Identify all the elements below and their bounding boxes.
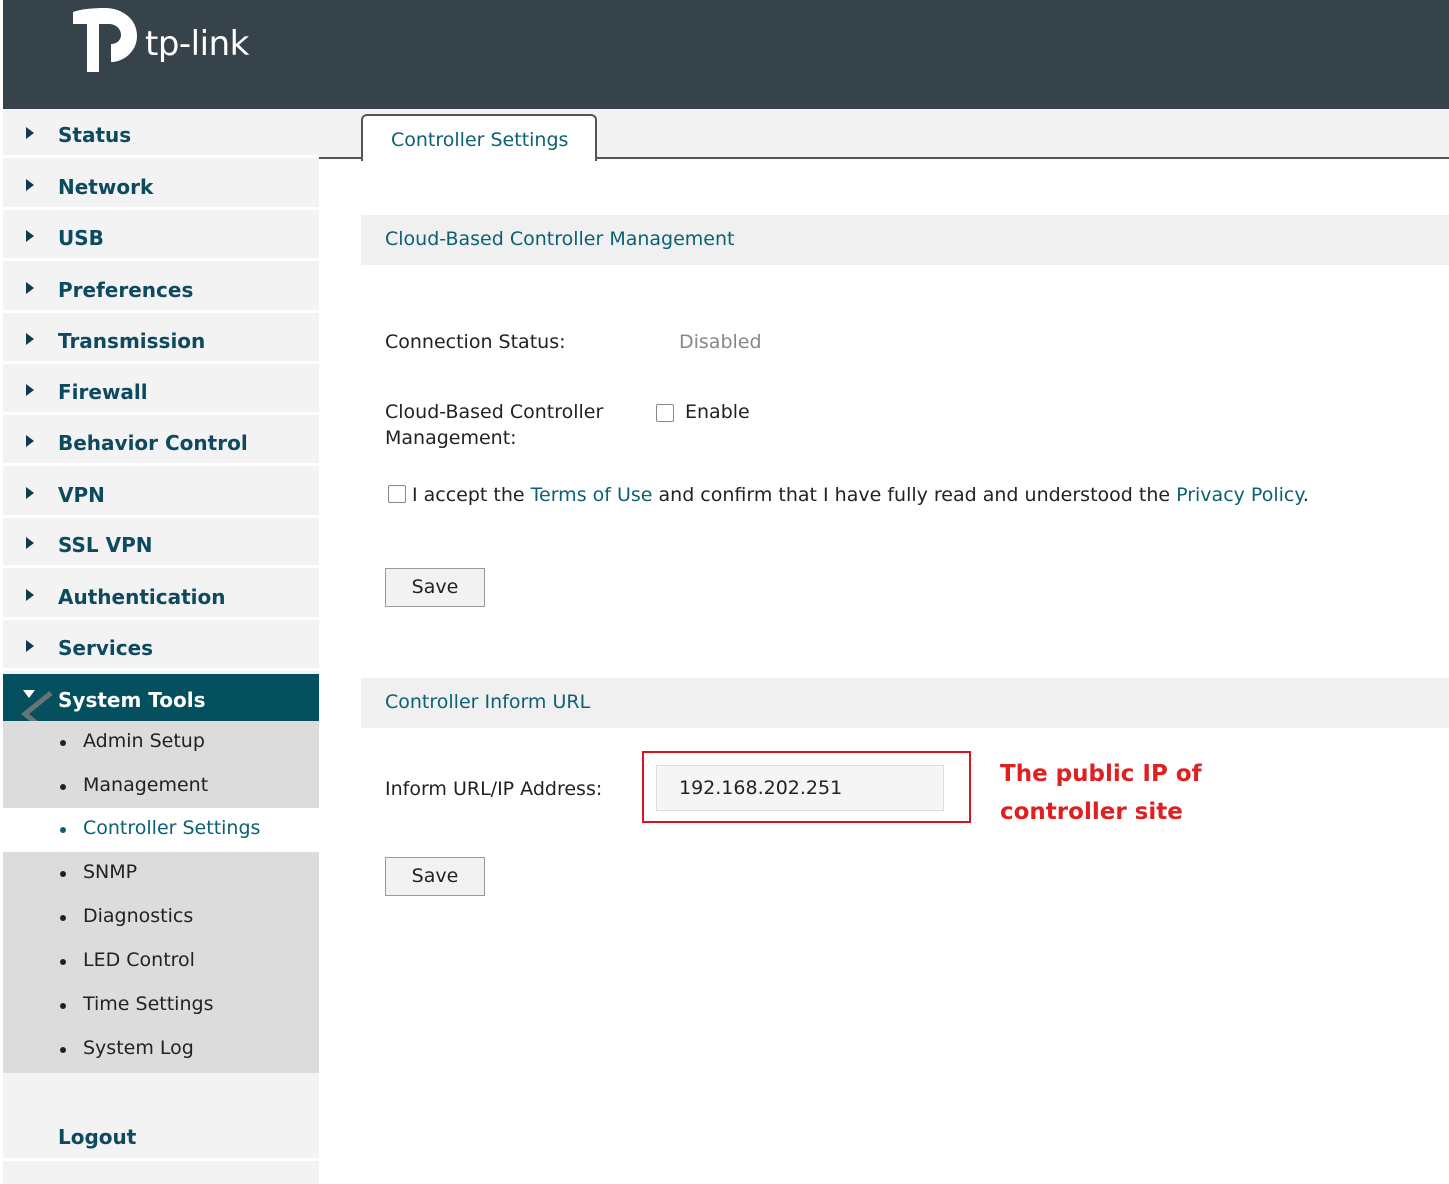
tp-link-logo-icon	[73, 8, 137, 72]
section-title: Cloud-Based Controller Management	[385, 228, 735, 250]
logo-text: tp-link	[145, 24, 249, 64]
bullet-icon	[60, 915, 66, 921]
sidebar-item-behavior-control[interactable]: Behavior Control	[3, 417, 319, 466]
caret-right-icon	[26, 333, 34, 345]
connection-status-value: Disabled	[679, 331, 762, 353]
submenu-item-label: LED Control	[83, 949, 195, 971]
submenu-item-management[interactable]: Management	[3, 765, 319, 809]
caret-right-icon	[26, 127, 34, 139]
accept-prefix: I accept the	[412, 484, 531, 506]
tab-label: Controller Settings	[391, 129, 569, 151]
submenu-item-system-log[interactable]: System Log	[3, 1028, 319, 1072]
caret-right-icon	[26, 537, 34, 549]
inform-url-label: Inform URL/IP Address:	[385, 778, 603, 800]
sidebar-item-label: Firewall	[58, 380, 148, 404]
sidebar-item-label: Services	[58, 636, 154, 660]
sidebar-item-label: Preferences	[58, 278, 194, 302]
enable-label: Enable	[685, 401, 750, 423]
bullet-icon	[60, 827, 66, 833]
section-title: Controller Inform URL	[385, 691, 591, 713]
caret-right-icon	[26, 435, 34, 447]
submenu-item-label: System Log	[83, 1037, 194, 1059]
sidebar-item-label: Authentication	[58, 585, 226, 609]
terms-of-use-link[interactable]: Terms of Use	[531, 484, 653, 506]
sidebar: Status Network USB Preferences Transmiss…	[3, 109, 319, 1184]
save-button-cloud[interactable]: Save	[385, 568, 485, 607]
bullet-icon	[60, 871, 66, 877]
sidebar-item-authentication[interactable]: Authentication	[3, 571, 319, 620]
annotation-line1: The public IP of	[1000, 761, 1202, 787]
sidebar-item-label: Behavior Control	[58, 431, 248, 455]
sidebar-item-label: SSL VPN	[58, 533, 153, 557]
accept-middle: and confirm that I have fully read and u…	[652, 484, 1177, 506]
submenu-item-label: Admin Setup	[83, 730, 205, 752]
accept-terms-checkbox[interactable]	[388, 485, 406, 503]
annotation-line2: controller site	[1000, 799, 1183, 825]
sidebar-item-label: USB	[58, 226, 104, 250]
connection-status-label: Connection Status:	[385, 331, 566, 353]
sidebar-item-transmission[interactable]: Transmission	[3, 315, 319, 364]
sidebar-item-firewall[interactable]: Firewall	[3, 366, 319, 415]
submenu-item-snmp[interactable]: SNMP	[3, 852, 319, 896]
sidebar-item-preferences[interactable]: Preferences	[3, 264, 319, 313]
submenu-item-label: Controller Settings	[83, 817, 261, 839]
sidebar-item-label: Status	[58, 123, 132, 147]
enable-checkbox[interactable]	[656, 404, 674, 422]
annotation-note: The public IP of controller site	[1000, 755, 1240, 831]
sidebar-item-label: VPN	[58, 483, 105, 507]
submenu-item-time-settings[interactable]: Time Settings	[3, 984, 319, 1028]
bullet-icon	[60, 740, 66, 746]
caret-right-icon	[26, 487, 34, 499]
cloud-mgmt-label-line1: Cloud-Based Controller	[385, 401, 604, 423]
section-header-inform: Controller Inform URL	[361, 678, 1449, 728]
submenu-item-label: Management	[83, 774, 209, 796]
accept-suffix: .	[1302, 484, 1309, 506]
sidebar-item-label: Transmission	[58, 329, 206, 353]
system-tools-submenu: Admin Setup Management Controller Settin…	[3, 721, 319, 1073]
inform-url-input[interactable]	[656, 765, 944, 811]
submenu-item-admin-setup[interactable]: Admin Setup	[3, 721, 319, 765]
tp-link-logo[interactable]: tp-link	[69, 4, 269, 76]
sidebar-item-ssl-vpn[interactable]: SSL VPN	[3, 519, 319, 568]
caret-right-icon	[26, 384, 34, 396]
caret-right-icon	[26, 282, 34, 294]
caret-right-icon	[26, 640, 34, 652]
cloud-mgmt-label-line2: Management:	[385, 427, 517, 449]
sidebar-item-usb[interactable]: USB	[3, 212, 319, 261]
top-header: tp-link	[3, 0, 1449, 109]
accept-terms-text: I accept the Terms of Use and confirm th…	[412, 482, 1309, 508]
submenu-item-diagnostics[interactable]: Diagnostics	[3, 896, 319, 940]
logout-label: Logout	[58, 1125, 137, 1149]
tab-bar: Controller Settings	[319, 109, 1449, 161]
submenu-item-controller-settings[interactable]: Controller Settings	[3, 808, 319, 852]
privacy-policy-link[interactable]: Privacy Policy	[1176, 484, 1303, 506]
sidebar-item-status[interactable]: Status	[3, 109, 319, 158]
sidebar-item-vpn[interactable]: VPN	[3, 469, 319, 518]
submenu-item-led-control[interactable]: LED Control	[3, 940, 319, 984]
save-button-inform[interactable]: Save	[385, 857, 485, 896]
bullet-icon	[60, 1003, 66, 1009]
submenu-item-label: Time Settings	[83, 993, 214, 1015]
caret-right-icon	[26, 589, 34, 601]
submenu-item-label: SNMP	[83, 861, 138, 883]
bullet-icon	[60, 959, 66, 965]
submenu-item-label: Diagnostics	[83, 905, 194, 927]
sidebar-item-label: Network	[58, 175, 154, 199]
caret-right-icon	[26, 230, 34, 242]
caret-right-icon	[26, 179, 34, 191]
logout-link[interactable]: Logout	[3, 1117, 319, 1161]
sidebar-item-network[interactable]: Network	[3, 161, 319, 210]
section-header-cloud: Cloud-Based Controller Management	[361, 215, 1449, 265]
sidebar-item-label: System Tools	[58, 688, 206, 712]
tab-controller-settings[interactable]: Controller Settings	[361, 114, 597, 161]
bullet-icon	[60, 784, 66, 790]
sidebar-item-services[interactable]: Services	[3, 622, 319, 671]
bullet-icon	[60, 1047, 66, 1053]
